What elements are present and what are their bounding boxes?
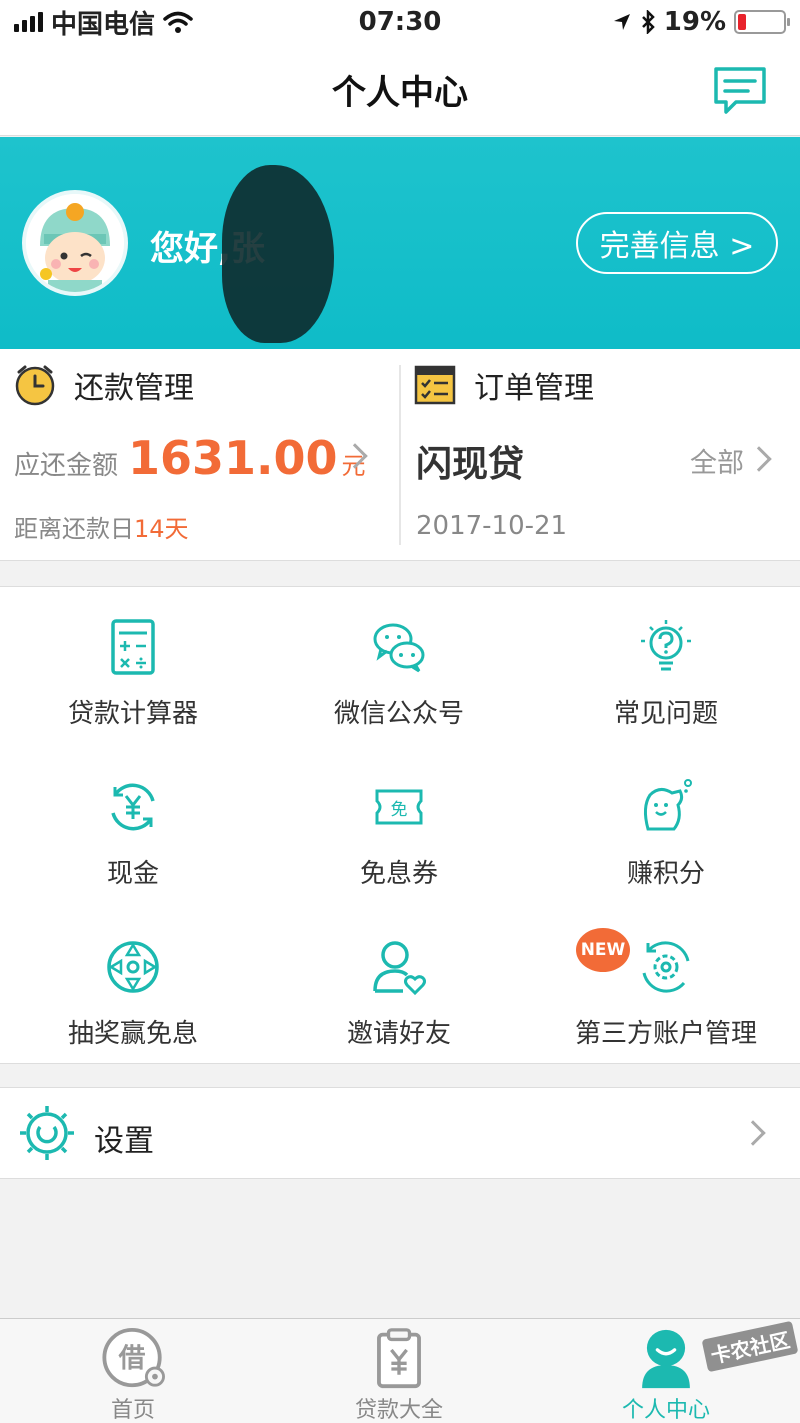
points-icon — [643, 779, 692, 831]
page-title: 个人中心 — [332, 73, 468, 113]
coupon-icon: 免 — [375, 789, 423, 825]
order-list-icon — [414, 365, 456, 405]
signal-icon — [14, 12, 43, 32]
menu-item-third-party-accounts[interactable]: 第三方账户管理 — [533, 907, 799, 1067]
menu-grid: 贷款计算器 微信公众号 常见问题 现金 免 免息券 赚积分 抽奖赢免息 邀请好友… — [0, 586, 800, 1064]
tab-label: 贷款大全 — [354, 1398, 443, 1423]
svg-text:借: 借 — [118, 1343, 146, 1374]
settings-row[interactable]: 设置 — [0, 1087, 800, 1179]
menu-label: 微信公众号 — [333, 699, 464, 729]
new-badge: NEW — [576, 928, 630, 972]
tab-bar: 借 首页 贷款大全 个人中心 — [0, 1318, 800, 1423]
all-orders-link[interactable]: 全部 — [690, 441, 744, 480]
avatar[interactable] — [22, 190, 128, 296]
settings-label: 设置 — [94, 1124, 154, 1159]
status-bar: 中国电信 07:30 19% — [0, 0, 800, 44]
svg-text:免: 免 — [391, 800, 408, 820]
orders-title: 订单管理 — [474, 371, 594, 406]
battery-percent: 19% — [663, 7, 726, 37]
location-icon — [613, 14, 630, 30]
amount-value: 1631.00 — [128, 431, 338, 485]
menu-item-loan-calculator[interactable]: 贷款计算器 — [0, 587, 266, 747]
wechat-icon — [373, 623, 425, 673]
battery-icon — [734, 10, 790, 34]
alarm-clock-icon — [15, 365, 55, 406]
menu-item-points[interactable]: 赚积分 — [533, 747, 799, 907]
order-product: 闪现贷 — [416, 444, 525, 485]
menu-label: 赚积分 — [626, 859, 705, 889]
menu-label: 第三方账户管理 — [574, 1019, 757, 1049]
menu-item-cash[interactable]: 现金 — [0, 747, 266, 907]
menu-label: 常见问题 — [613, 699, 718, 729]
tab-loans[interactable]: 贷款大全 — [266, 1319, 532, 1423]
menu-item-lottery[interactable]: 抽奖赢免息 — [0, 907, 266, 1067]
menu-item-wechat[interactable]: 微信公众号 — [266, 587, 532, 747]
carrier-label: 中国电信 — [51, 9, 156, 40]
lottery-wheel-icon — [107, 941, 159, 993]
redaction-mark — [222, 165, 334, 343]
orders-header[interactable]: 订单管理 — [414, 363, 594, 407]
complete-info-button[interactable]: 完善信息 > — [576, 212, 778, 274]
days-until-due: 距离还款日14天 — [14, 509, 189, 544]
chevron-right-icon[interactable] — [746, 446, 772, 472]
loans-icon — [377, 1328, 421, 1389]
menu-label: 免息券 — [359, 859, 438, 889]
divider — [399, 365, 401, 545]
menu-item-invite[interactable]: 邀请好友 — [266, 907, 532, 1067]
days-value: 14天 — [134, 515, 189, 543]
amount-due-row[interactable]: 应还金额 1631.00 元 — [14, 431, 366, 485]
menu-label: 贷款计算器 — [67, 699, 198, 729]
invite-friend-icon — [373, 941, 426, 996]
tab-home[interactable]: 借 首页 — [0, 1319, 266, 1423]
settings-gear-icon — [20, 1106, 74, 1160]
chevron-right-icon[interactable] — [740, 1120, 766, 1146]
days-label: 距离还款日 — [14, 515, 134, 543]
management-panel: 还款管理 应还金额 1631.00 元 距离还款日14天 订单管理 闪现贷 全部… — [0, 349, 800, 561]
wifi-icon — [163, 11, 193, 33]
menu-item-coupon[interactable]: 免 免息券 — [266, 747, 532, 907]
repayment-header[interactable]: 还款管理 — [14, 363, 194, 407]
profile-icon — [642, 1329, 690, 1389]
menu-label: 邀请好友 — [346, 1019, 451, 1049]
menu-label: 现金 — [106, 859, 159, 889]
account-settings-icon — [642, 941, 690, 993]
repayment-title: 还款管理 — [74, 371, 194, 406]
faq-bulb-icon — [641, 620, 691, 671]
order-date: 2017-10-21 — [416, 511, 568, 541]
nav-bar: 个人中心 — [0, 44, 800, 136]
profile-banner: 您好,张 完善信息 > — [0, 137, 800, 349]
menu-label: 抽奖赢免息 — [67, 1019, 198, 1049]
home-icon: 借 — [102, 1327, 165, 1388]
calculator-icon — [111, 619, 155, 675]
amount-label: 应还金额 — [14, 451, 119, 481]
tab-label: 首页 — [110, 1398, 155, 1423]
menu-item-faq[interactable]: 常见问题 — [533, 587, 799, 747]
chat-icon[interactable] — [712, 66, 768, 116]
tab-label: 个人中心 — [621, 1398, 710, 1423]
cash-icon — [111, 783, 155, 831]
bluetooth-icon — [641, 10, 655, 34]
